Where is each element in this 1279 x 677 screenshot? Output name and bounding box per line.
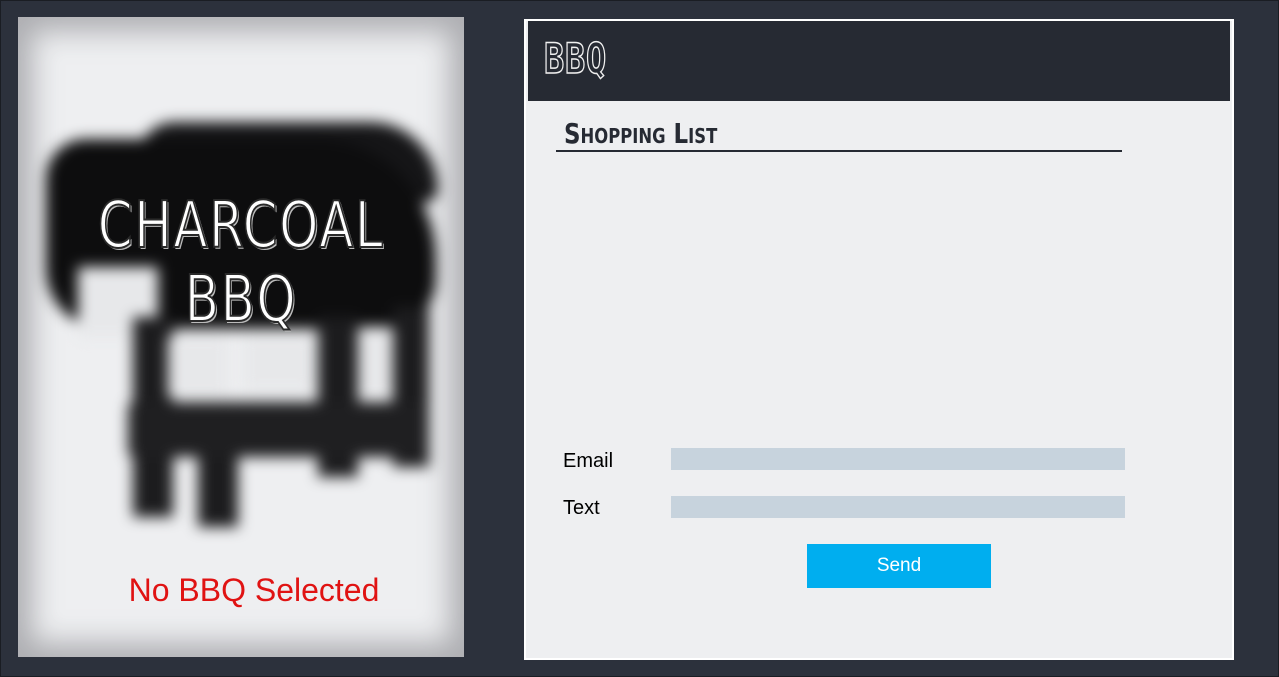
selection-status: No BBQ Selected <box>128 572 380 608</box>
shopping-list-title: Shopping List <box>564 117 718 150</box>
product-card[interactable]: CHARCOAL BBQ No BBQ Selected <box>18 17 464 657</box>
product-title: CHARCOAL BBQ <box>97 188 385 338</box>
bbq-panel: BBQ Shopping List Email Text Send <box>524 19 1234 660</box>
panel-header: BBQ <box>528 21 1230 101</box>
text-label: Text <box>563 497 600 519</box>
text-field[interactable] <box>671 496 1125 518</box>
send-button[interactable]: Send <box>807 544 991 588</box>
shopping-list <box>556 161 1122 431</box>
section-divider <box>556 150 1122 152</box>
email-label: Email <box>563 450 614 472</box>
panel-title: BBQ <box>543 33 608 84</box>
grill-image <box>18 17 464 657</box>
email-field[interactable] <box>671 448 1125 470</box>
